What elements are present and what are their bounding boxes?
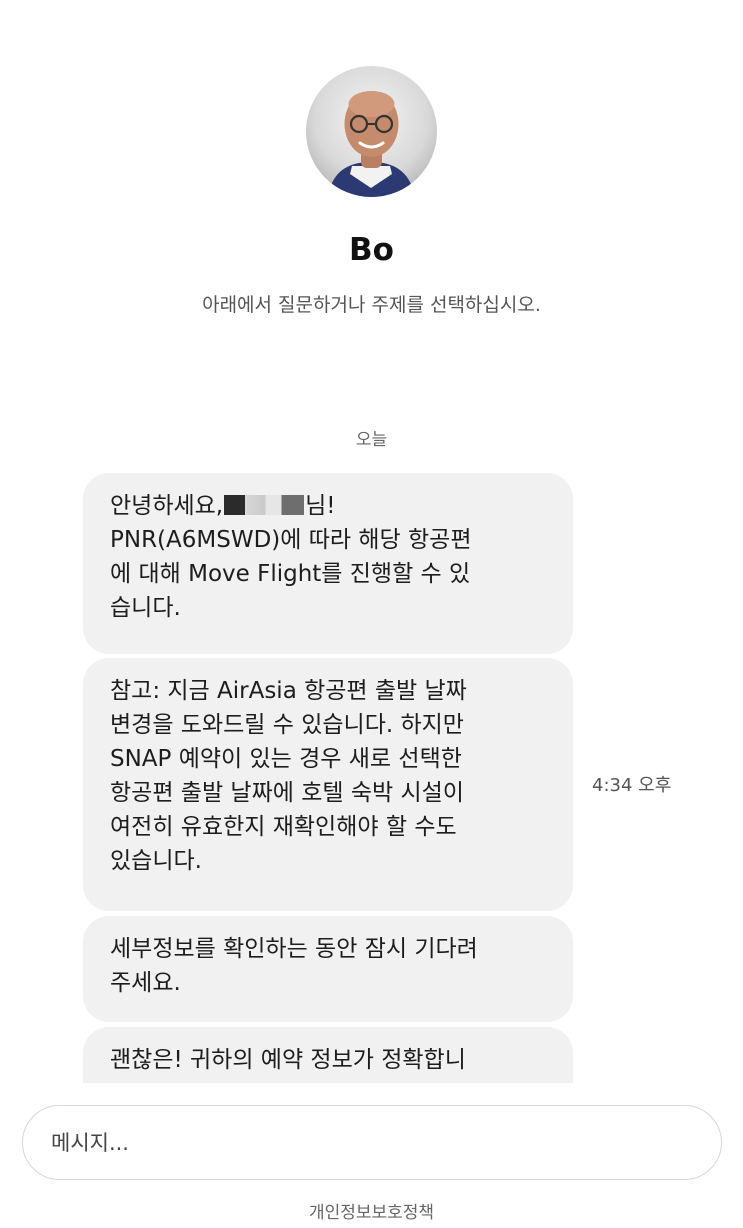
privacy-policy-link[interactable]: 개인정보보호정책 xyxy=(0,1198,743,1223)
redacted-name xyxy=(224,495,305,515)
message-composer[interactable] xyxy=(22,1105,722,1180)
greeting-suffix: 님! xyxy=(305,493,336,519)
message-line: 변경을 도와드릴 수 있습니다. 하지만 xyxy=(110,712,464,738)
agent-portrait-icon xyxy=(328,91,415,197)
message-line: 안녕하세요, 님! xyxy=(110,489,553,523)
message-bubble: 참고: 지금 AirAsia 항공편 출발 날짜 변경을 도와드릴 수 있습니다… xyxy=(83,658,573,911)
message-bubble: 괜찮은! 귀하의 예약 정보가 정확합니 xyxy=(83,1027,573,1083)
message-line: SNAP 예약이 있는 경우 새로 선택한 xyxy=(110,746,462,772)
message-bubble: 세부정보를 확인하는 동안 잠시 기다려 주세요. xyxy=(83,916,573,1022)
message-line: 세부정보를 확인하는 동안 잠시 기다려 xyxy=(110,936,478,962)
message-line: 괜찮은! 귀하의 예약 정보가 정확합니 xyxy=(110,1047,466,1073)
message-line: 에 대해 Move Flight를 진행할 수 있 xyxy=(110,561,471,587)
message-line: 참고: 지금 AirAsia 항공편 출발 날짜 xyxy=(110,678,467,704)
message-timestamp: 4:34 오후 xyxy=(592,775,672,796)
message-line: PNR(A6MSWD)에 따라 해당 항공편 xyxy=(110,527,472,553)
agent-avatar xyxy=(306,66,437,197)
agent-name: Bo xyxy=(349,232,394,268)
message-bubble: 안녕하세요, 님! PNR(A6MSWD)에 따라 해당 항공편 에 대해 Mov… xyxy=(83,473,573,654)
message-line: 주세요. xyxy=(110,970,181,996)
agent-subtitle: 아래에서 질문하거나 주제를 선택하십시오. xyxy=(202,294,541,316)
message-line: 있습니다. xyxy=(110,848,202,874)
greeting-text: 안녕하세요, xyxy=(110,493,224,519)
date-separator: 오늘 xyxy=(355,430,388,450)
message-line: 항공편 출발 날짜에 호텔 숙박 시설이 xyxy=(110,780,464,806)
message-line: 여전히 유효한지 재확인해야 할 수도 xyxy=(110,814,457,840)
message-input[interactable] xyxy=(49,1129,695,1156)
message-line: 습니다. xyxy=(110,595,181,621)
